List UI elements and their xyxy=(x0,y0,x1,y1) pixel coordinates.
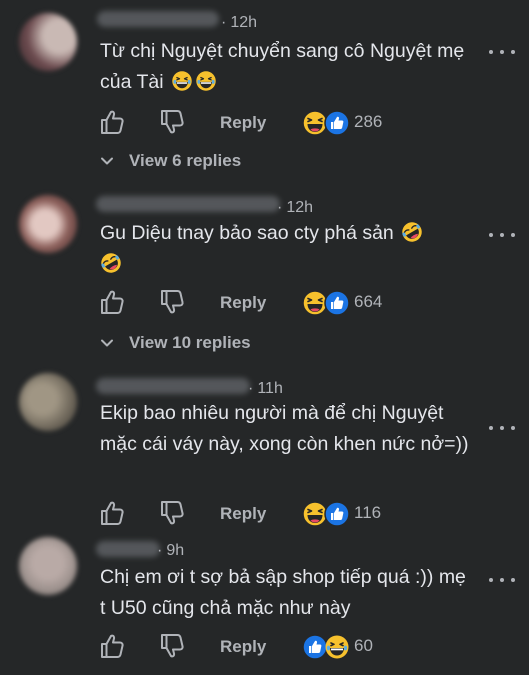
grinning-sweat-emoji-icon xyxy=(171,70,193,92)
comment-actions: Reply 664 xyxy=(100,289,520,317)
thumbs-up-icon[interactable] xyxy=(100,633,124,659)
avatar[interactable] xyxy=(19,195,77,253)
like-reaction-icon xyxy=(324,290,350,316)
timestamp[interactable]: · 9h xyxy=(157,542,184,560)
comment-text: Ekip bao nhiêu người mà để chị Nguyệt mặ… xyxy=(100,402,469,455)
rofl-emoji-icon xyxy=(401,221,423,243)
comment-text: Gu Diệu tnay bảo sao cty phá sản xyxy=(100,218,460,280)
grinning-sweat-reaction-icon xyxy=(324,634,350,660)
thumbs-down-icon[interactable] xyxy=(160,109,184,135)
author-name[interactable] xyxy=(96,541,160,557)
more-options-icon[interactable] xyxy=(489,44,515,60)
chevron-down-icon xyxy=(100,338,114,348)
comment-text: Chị em ơi t sợ bả sập shop tiếp quá :)) … xyxy=(100,566,466,619)
author-name[interactable] xyxy=(96,378,250,394)
thumbs-up-icon[interactable] xyxy=(100,289,124,315)
thumbs-down-icon[interactable] xyxy=(160,289,184,315)
grinning-sweat-emoji-icon xyxy=(195,70,217,92)
reaction-count: 116 xyxy=(354,503,382,522)
thumbs-down-icon[interactable] xyxy=(160,633,184,659)
comment-text: Từ chị Nguyệt chuyển sang cô Nguyệt mẹ c… xyxy=(100,40,465,93)
reaction-count: 664 xyxy=(354,292,383,311)
comment-actions: Reply 116 xyxy=(100,500,520,528)
reply-button[interactable]: Reply xyxy=(220,293,266,313)
reply-button[interactable]: Reply xyxy=(220,637,266,657)
reactions[interactable]: 60 xyxy=(302,633,422,661)
avatar[interactable] xyxy=(19,373,77,431)
avatar[interactable] xyxy=(19,537,77,595)
like-reaction-icon xyxy=(324,501,350,527)
reaction-count: 286 xyxy=(354,112,383,131)
timestamp[interactable]: · 12h xyxy=(277,199,313,217)
like-reaction-icon xyxy=(324,110,350,136)
author-name[interactable] xyxy=(96,196,280,212)
reactions[interactable]: 664 xyxy=(302,289,422,317)
comment-actions: Reply 286 xyxy=(100,109,520,137)
thumbs-up-icon[interactable] xyxy=(100,109,124,135)
reply-button[interactable]: Reply xyxy=(220,504,266,524)
author-name[interactable] xyxy=(97,11,219,27)
thumbs-up-icon[interactable] xyxy=(100,500,124,526)
comment-actions: Reply 60 xyxy=(100,633,520,661)
avatar[interactable] xyxy=(19,13,77,71)
reply-button[interactable]: Reply xyxy=(220,113,266,133)
timestamp[interactable]: · 12h xyxy=(221,14,257,32)
reactions[interactable]: 116 xyxy=(302,500,422,528)
more-options-icon[interactable] xyxy=(489,572,515,588)
more-options-icon[interactable] xyxy=(489,420,515,436)
thumbs-down-icon[interactable] xyxy=(160,500,184,526)
rofl-emoji-icon xyxy=(100,252,122,274)
more-options-icon[interactable] xyxy=(489,227,515,243)
reaction-count: 60 xyxy=(354,636,373,655)
chevron-down-icon xyxy=(100,156,114,166)
reactions[interactable]: 286 xyxy=(302,109,422,137)
timestamp[interactable]: · 11h xyxy=(248,380,283,398)
